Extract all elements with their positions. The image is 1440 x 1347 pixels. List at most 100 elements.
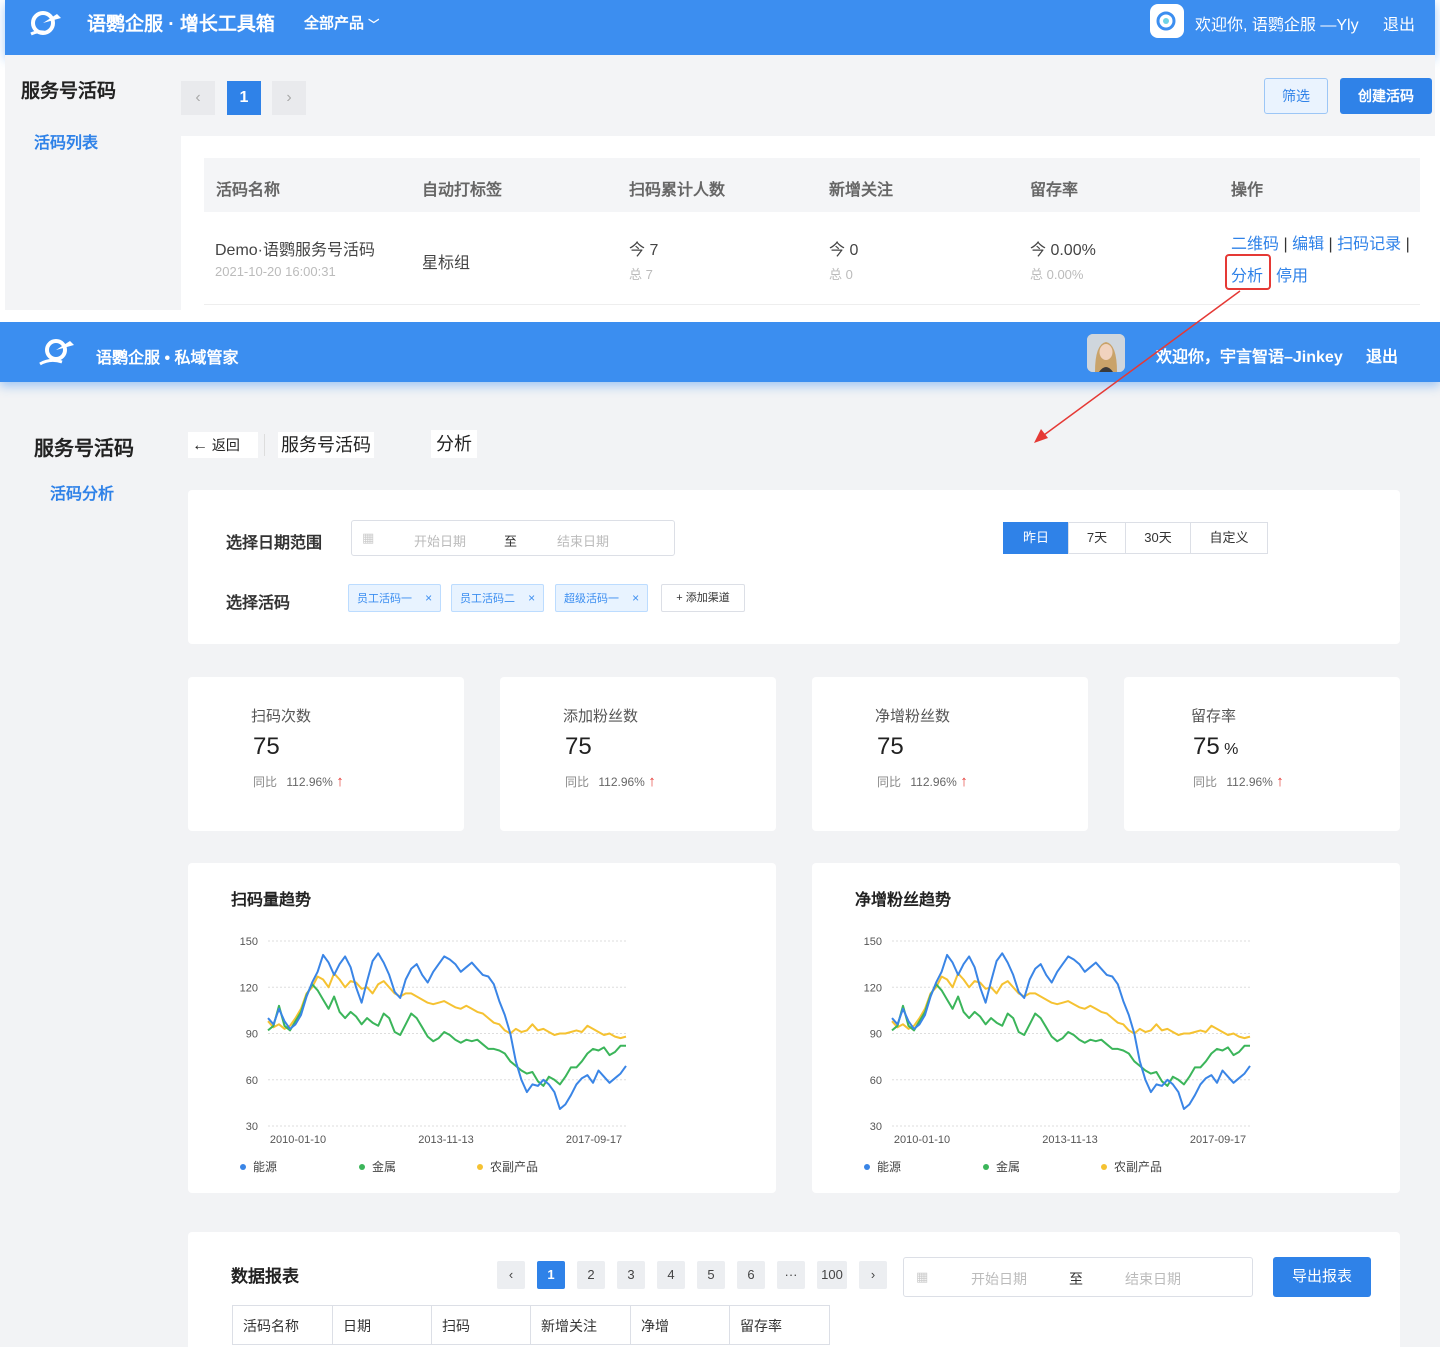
legend-dot <box>477 1164 483 1170</box>
legend-dot <box>864 1164 870 1170</box>
page-button-0[interactable]: ‹ <box>497 1261 525 1289</box>
sidebar-title: 服务号活码 <box>34 438 134 460</box>
close-icon[interactable]: × <box>425 591 432 605</box>
y-tick-label: 90 <box>246 1029 258 1041</box>
page-button-1[interactable]: 1 <box>537 1261 565 1289</box>
page-1-button[interactable]: 1 <box>227 81 261 115</box>
page-button-3[interactable]: 3 <box>617 1261 645 1289</box>
row-retention-total: 总 0.00% <box>1030 267 1084 282</box>
scan-record-link[interactable]: 扫码记录 <box>1337 236 1401 253</box>
logout-link[interactable]: 退出 <box>1366 343 1398 367</box>
action-separator: | <box>1283 236 1288 253</box>
page-button-5[interactable]: 5 <box>697 1261 725 1289</box>
report-start-date-input[interactable]: 开始日期 <box>971 1269 1027 1289</box>
net-follow-trend-card: 净增粉丝趋势 30 60 90 120 150 2010-01-10 2013-11-13 2… <box>812 863 1400 1193</box>
page-button-4[interactable]: 4 <box>657 1261 685 1289</box>
page-button-2[interactable]: 2 <box>577 1261 605 1289</box>
back-button[interactable]: ← 返回 <box>188 432 258 458</box>
sidebar-title: 服务号活码 <box>21 81 117 102</box>
scan-trend-chart: 30 60 90 120 150 2010-01-10 2013-11-13 2017-09-… <box>240 936 627 1174</box>
range-yesterday-button[interactable]: 昨日 <box>1003 522 1069 554</box>
logout-link[interactable]: 退出 <box>1383 11 1415 35</box>
legend-label: 金属 <box>372 1159 396 1174</box>
page-button-7[interactable]: ··· <box>777 1261 805 1289</box>
qrcode-link[interactable]: 二维码 <box>1231 236 1279 253</box>
stat-compare: 同比 112.96% ↑ <box>253 773 344 790</box>
close-icon[interactable]: × <box>528 591 535 605</box>
brand-logo-icon <box>39 339 74 366</box>
date-range-label: 选择日期范围 <box>226 535 323 552</box>
stat-card: 留存率 75 % 同比 112.96% ↑ <box>1124 677 1400 831</box>
breadcrumb-current: 分析 <box>431 430 477 458</box>
legend-label: 金属 <box>996 1159 1020 1174</box>
all-products-label: 全部产品 <box>304 15 365 32</box>
report-end-date-input[interactable]: 结束日期 <box>1125 1269 1181 1289</box>
legend-label: 农副产品 <box>1114 1160 1162 1174</box>
create-code-button[interactable]: 创建活码 <box>1340 78 1432 114</box>
close-icon[interactable]: × <box>632 591 639 605</box>
col-header-net: 净增 <box>630 1305 730 1345</box>
stat-value-wrap: 75 <box>253 733 280 761</box>
range-custom-button[interactable]: 自定义 <box>1190 522 1268 554</box>
row-retention-today: 今 0.00% <box>1030 242 1096 259</box>
page-prev-button[interactable]: ‹ <box>181 81 215 115</box>
stat-compare-label: 同比 <box>877 775 902 789</box>
legend-dot <box>983 1164 989 1170</box>
series-line-1 <box>267 983 626 1087</box>
add-channel-button[interactable]: + 添加渠道 <box>661 584 745 612</box>
row-actions: 二维码 | 编辑 | 扫码记录 | <box>1231 230 1410 254</box>
row-scan-today: 今 7 <box>629 242 659 259</box>
range-7d-button[interactable]: 7天 <box>1068 522 1126 554</box>
screenshot-code-analysis: 语鹦企服 • 私域管家 欢迎你，宇言智语–Jinkey 退出 服务号活码 活码分… <box>0 322 1440 1347</box>
avatar[interactable] <box>1087 334 1125 372</box>
range-30d-button[interactable]: 30天 <box>1125 522 1191 554</box>
sidebar-item-code-analysis[interactable]: 活码分析 <box>50 480 114 504</box>
col-header-new-follow: 新增关注 <box>829 182 894 199</box>
filter-button[interactable]: 筛选 <box>1264 78 1328 114</box>
stat-compare: 同比 112.96% ↑ <box>565 773 656 790</box>
stat-value-wrap: 75 <box>565 733 592 761</box>
breadcrumb-parent[interactable]: 服务号活码 <box>278 432 374 458</box>
stat-compare: 同比 112.96% ↑ <box>877 773 968 790</box>
sidebar-item-code-list[interactable]: 活码列表 <box>34 129 98 153</box>
legend-dot <box>240 1164 246 1170</box>
top-header: 语鹦企服 • 私域管家 欢迎你，宇言智语–Jinkey 退出 <box>0 322 1440 382</box>
analyze-highlight-box <box>1225 254 1271 290</box>
stat-card: 扫码次数 75 同比 112.96% ↑ <box>188 677 464 831</box>
date-range-picker[interactable]: ▦ 开始日期 至 结束日期 <box>351 520 675 556</box>
row-follow-total: 总 0 <box>829 267 853 282</box>
arrow-up-icon: ↑ <box>336 773 344 790</box>
x-tick-label: 2010-01-10 <box>894 1134 950 1146</box>
arrow-left-icon: ← <box>192 437 208 454</box>
disable-link[interactable]: 停用 <box>1276 262 1308 286</box>
col-header-date: 日期 <box>332 1305 432 1345</box>
all-products-menu[interactable]: 全部产品 ﹀ <box>304 12 379 33</box>
date-to-label: 至 <box>504 534 518 549</box>
scan-trend-card: 扫码量趋势 30 60 90 120 150 2010-01-10 2013-11-13 20… <box>188 863 776 1193</box>
series-line-2 <box>891 972 1251 1040</box>
export-report-button[interactable]: 导出报表 <box>1273 1257 1371 1297</box>
page-button-8[interactable]: 100 <box>817 1261 847 1289</box>
edit-link[interactable]: 编辑 <box>1292 236 1324 253</box>
report-date-picker[interactable]: ▦ 开始日期 至 结束日期 <box>903 1257 1253 1297</box>
arrow-up-icon: ↑ <box>960 773 968 790</box>
col-header-retention: 留存率 <box>729 1305 830 1345</box>
series-line-1 <box>891 983 1250 1087</box>
page-next-button[interactable]: › <box>272 81 306 115</box>
top-header: 语鹦企服 · 增长工具箱 全部产品 ﹀ 欢迎你, 语鹦企服 —Yly 退出 <box>5 0 1435 55</box>
stat-value: 75 <box>565 733 592 760</box>
col-header-name: 活码名称 <box>232 1305 333 1345</box>
start-date-input[interactable]: 开始日期 <box>414 531 466 550</box>
page-button-9[interactable]: › <box>859 1261 887 1289</box>
col-header-new-follow: 新增关注 <box>530 1305 631 1345</box>
avatar[interactable] <box>1150 4 1184 38</box>
select-code-label: 选择活码 <box>226 595 291 612</box>
stat-card: 净增粉丝数 75 同比 112.96% ↑ <box>812 677 1088 831</box>
page-button-6[interactable]: 6 <box>737 1261 765 1289</box>
net-follow-trend-chart: 30 60 90 120 150 2010-01-10 2013-11-13 2017-09-… <box>864 936 1251 1174</box>
y-tick-label: 150 <box>864 936 882 948</box>
code-tag-1: 员工活码一 × <box>348 584 442 612</box>
end-date-input[interactable]: 结束日期 <box>557 531 609 550</box>
row-auto-tag: 星标组 <box>422 255 471 272</box>
stat-value: 75 <box>877 733 904 760</box>
